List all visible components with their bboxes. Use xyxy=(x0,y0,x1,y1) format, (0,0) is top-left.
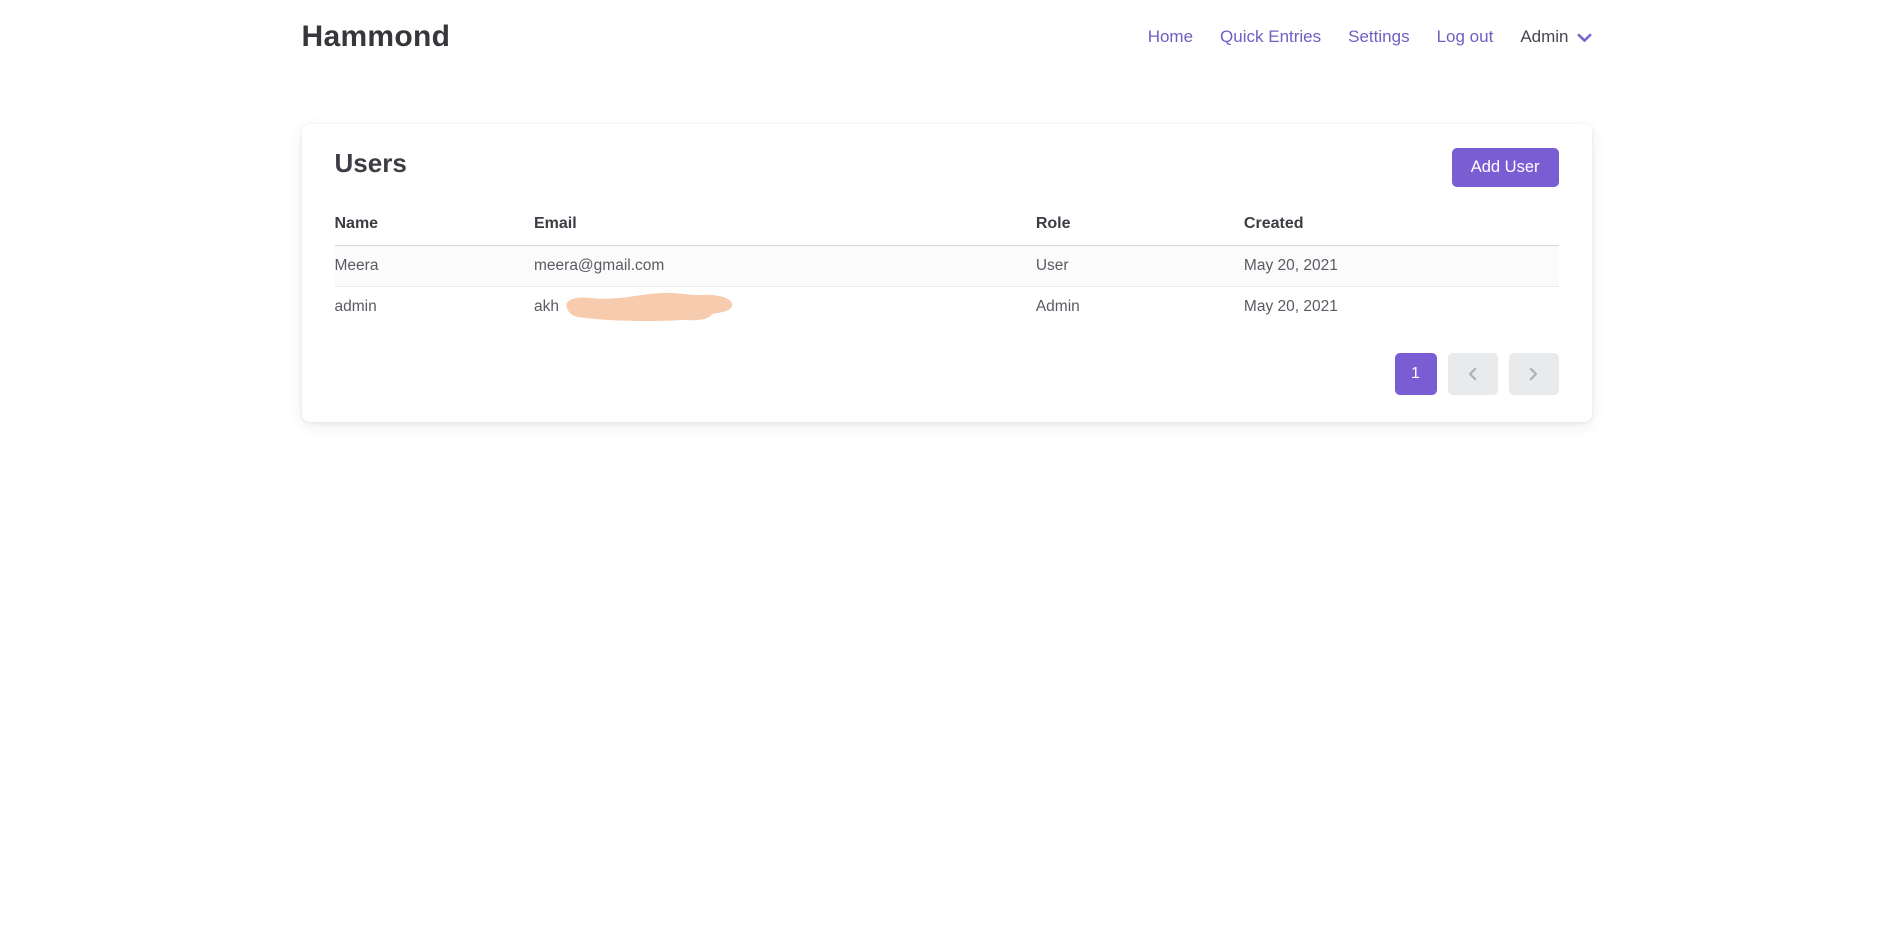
chevron-right-icon xyxy=(1529,367,1538,381)
table-header: Name Email Role Created xyxy=(335,209,1559,246)
cell-name: admin xyxy=(335,287,535,328)
cell-email: akh xyxy=(534,287,1036,328)
cell-email-visible-text: akh xyxy=(534,298,559,315)
user-menu-label: Admin xyxy=(1520,27,1568,47)
main-nav: Home Quick Entries Settings Log out Admi… xyxy=(1148,27,1592,47)
cell-created: May 20, 2021 xyxy=(1244,246,1559,287)
user-menu[interactable]: Admin xyxy=(1520,27,1591,47)
add-user-button[interactable]: Add User xyxy=(1452,148,1559,187)
top-navbar: Hammond Home Quick Entries Settings Log … xyxy=(0,0,1893,70)
column-header-role: Role xyxy=(1036,209,1244,246)
main-content: Users Add User Name Email Role Created M… xyxy=(0,124,1893,422)
column-header-created: Created xyxy=(1244,209,1559,246)
pagination-next-button[interactable] xyxy=(1509,353,1559,395)
chevron-left-icon xyxy=(1468,367,1477,381)
cell-email: meera@gmail.com xyxy=(534,246,1036,287)
pagination-prev-button[interactable] xyxy=(1448,353,1498,395)
card-header-row: Users Add User xyxy=(335,148,1559,187)
pagination-page-1[interactable]: 1 xyxy=(1395,353,1437,395)
column-header-name: Name xyxy=(335,209,535,246)
cell-role: Admin xyxy=(1036,287,1244,328)
users-card: Users Add User Name Email Role Created M… xyxy=(302,124,1592,422)
nav-settings[interactable]: Settings xyxy=(1348,27,1409,47)
cell-created: May 20, 2021 xyxy=(1244,287,1559,328)
cell-name: Meera xyxy=(335,246,535,287)
users-table: Name Email Role Created Meera meera@gmai… xyxy=(335,209,1559,327)
chevron-down-icon xyxy=(1577,33,1592,43)
cell-role: User xyxy=(1036,246,1244,287)
brand-logo[interactable]: Hammond xyxy=(302,20,451,54)
nav-home[interactable]: Home xyxy=(1148,27,1193,47)
nav-logout[interactable]: Log out xyxy=(1437,27,1494,47)
redaction-scribble xyxy=(560,290,740,322)
table-row[interactable]: admin akh Admin May 20, 2021 xyxy=(335,287,1559,328)
column-header-email: Email xyxy=(534,209,1036,246)
page: Hammond Home Quick Entries Settings Log … xyxy=(0,0,1893,933)
nav-quick-entries[interactable]: Quick Entries xyxy=(1220,27,1321,47)
table-row[interactable]: Meera meera@gmail.com User May 20, 2021 xyxy=(335,246,1559,287)
page-title: Users xyxy=(335,148,407,179)
pagination: 1 xyxy=(335,353,1559,395)
